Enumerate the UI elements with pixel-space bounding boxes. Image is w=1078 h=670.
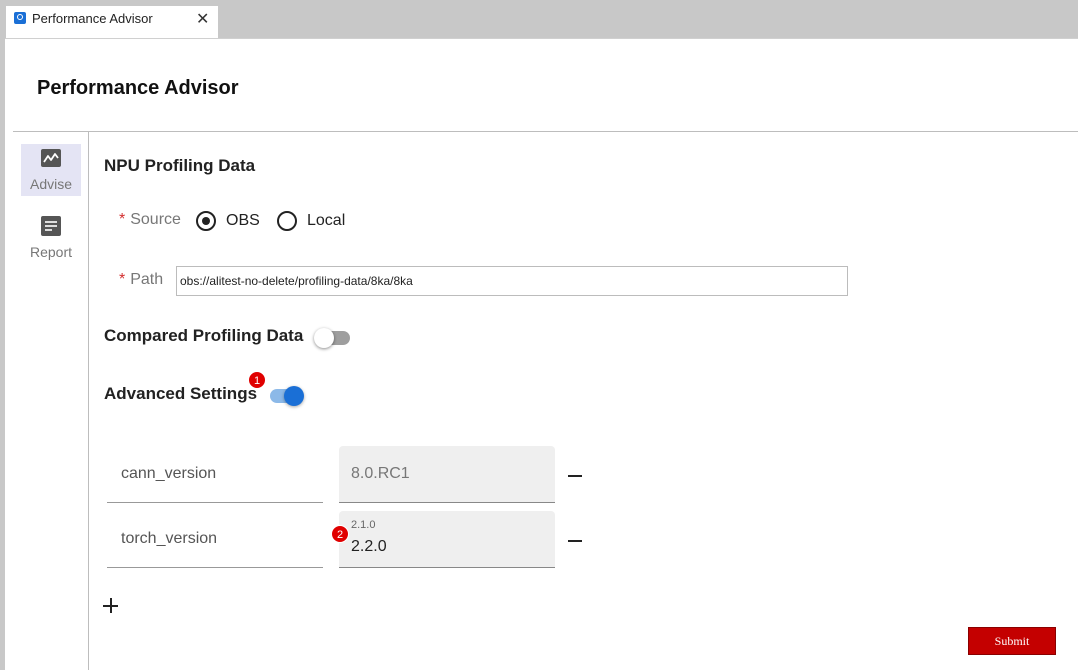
submit-button[interactable]: Submit [968, 627, 1056, 655]
value-field[interactable]: 2.1.0 2.2.0 [339, 511, 555, 568]
radio-obs-label: OBS [226, 212, 260, 229]
toggle-thumb [314, 328, 334, 348]
page-title: Performance Advisor [37, 77, 239, 99]
npu-section-title: NPU Profiling Data [104, 156, 256, 175]
header-divider [13, 131, 1078, 132]
radio-local-label: Local [307, 212, 346, 229]
compared-section-title: Compared Profiling Data [104, 326, 304, 345]
path-label-text: Path [130, 271, 164, 288]
minus-icon[interactable] [568, 540, 582, 542]
advanced-toggle[interactable] [266, 385, 306, 407]
window-frame [0, 38, 5, 670]
tab-title: Performance Advisor [32, 11, 153, 26]
plus-icon[interactable] [103, 597, 119, 615]
key-field-value: torch_version [121, 530, 218, 547]
radio-local-circle[interactable] [277, 211, 297, 231]
source-label: * Source [119, 211, 181, 229]
sidebar-item-report[interactable]: Report [21, 212, 81, 264]
advanced-section-title: Advanced Settings [104, 384, 258, 403]
sidebar-item-label: Advise [29, 176, 73, 192]
sidebar-item-label: Report [29, 244, 73, 260]
toggle-thumb [284, 386, 304, 406]
radio-obs-circle[interactable] [196, 211, 216, 231]
compared-toggle[interactable] [314, 327, 354, 349]
required-mark: * [119, 271, 126, 288]
value-field-value: 8.0.RC1 [351, 465, 410, 482]
divider [5, 38, 1078, 39]
key-field[interactable]: torch_version [107, 511, 323, 568]
chart-line-icon [41, 149, 61, 167]
key-field[interactable]: cann_version [107, 446, 323, 503]
value-field-hint: 2.1.0 [351, 519, 376, 531]
tab-bar: Performance Advisor ✕ [0, 0, 1078, 38]
tab-performance-advisor[interactable]: Performance Advisor ✕ [6, 6, 218, 38]
path-label: * Path [119, 271, 163, 289]
minus-icon[interactable] [568, 475, 582, 477]
value-field-value[interactable]: 2.2.0 [351, 538, 387, 556]
app-icon [14, 12, 26, 24]
sidebar-item-advise[interactable]: Advise [21, 144, 81, 196]
source-label-text: Source [130, 211, 181, 228]
required-mark: * [119, 211, 126, 228]
value-field: 8.0.RC1 [339, 446, 555, 503]
key-field-value: cann_version [121, 465, 217, 482]
document-icon [41, 216, 61, 236]
path-input[interactable] [176, 266, 848, 296]
sidebar-divider [88, 132, 89, 670]
annotation-badge: 2 [331, 525, 349, 543]
close-icon[interactable]: ✕ [196, 9, 209, 29]
annotation-badge: 1 [248, 371, 266, 389]
